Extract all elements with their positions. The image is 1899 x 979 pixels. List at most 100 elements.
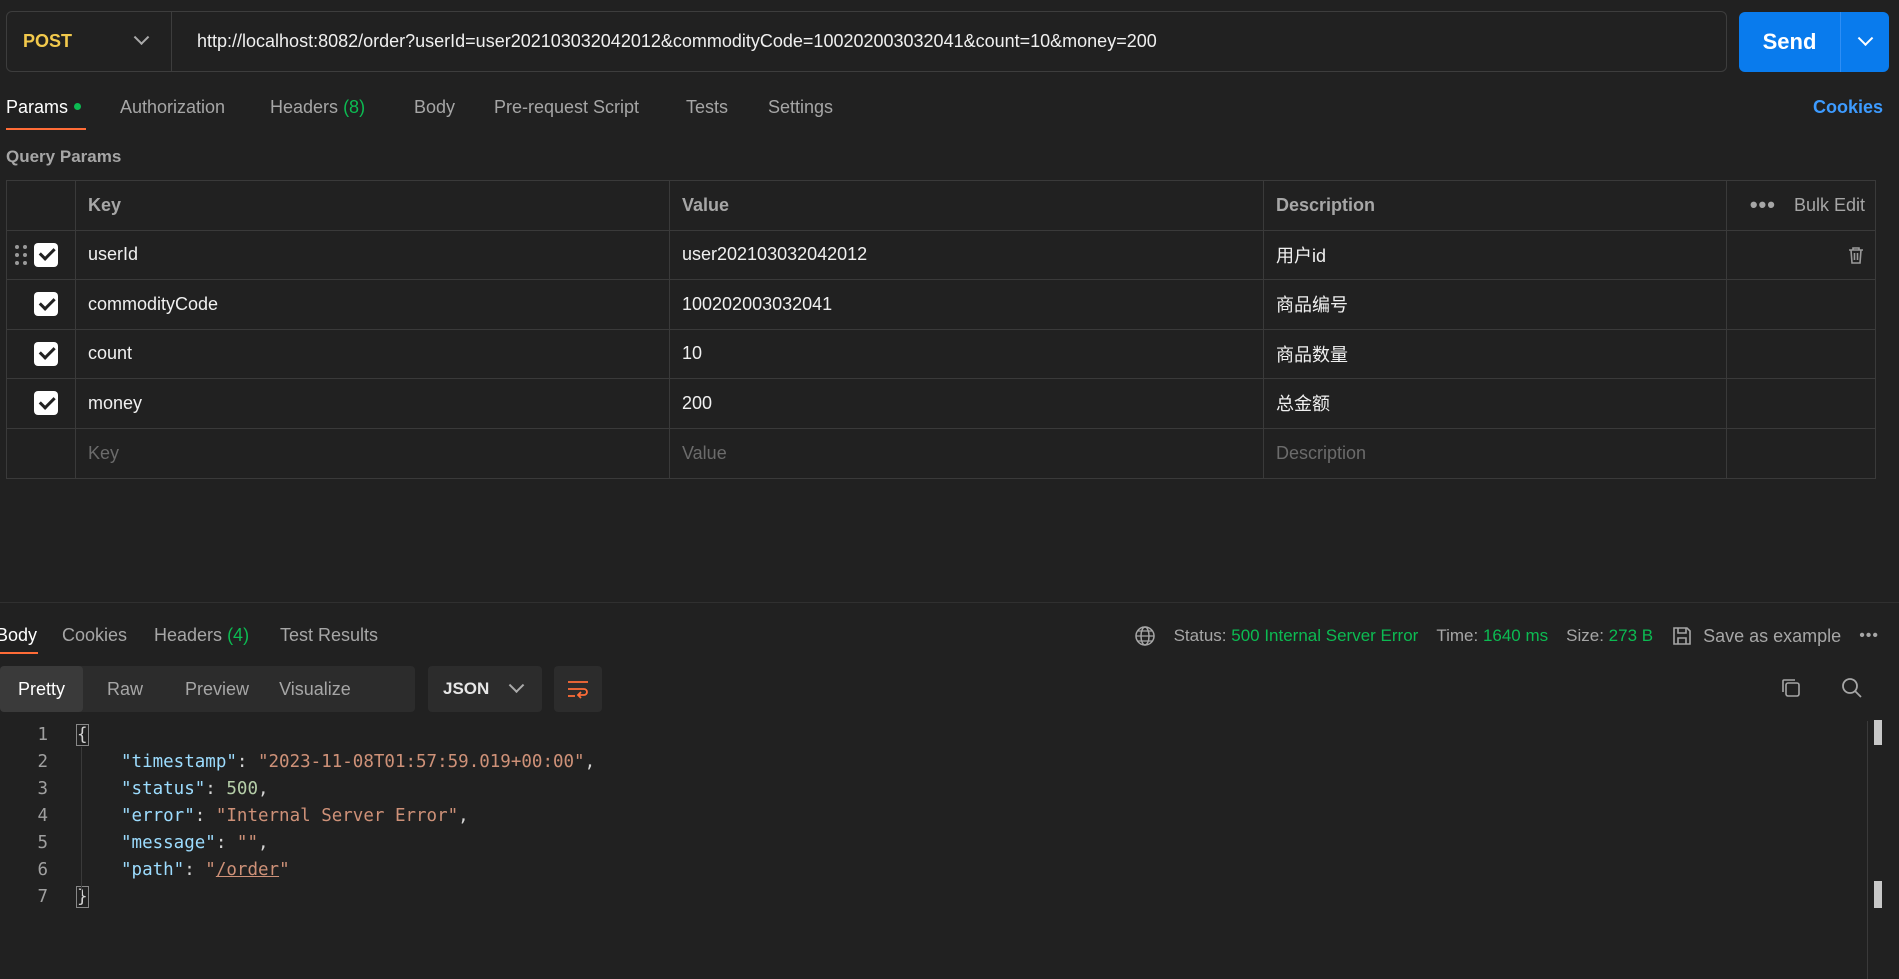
query-params-title: Query Params <box>6 147 122 166</box>
status-value: 500 Internal Server Error <box>1231 626 1419 645</box>
row-check-cell <box>7 379 76 428</box>
size-label: Size: <box>1566 626 1604 645</box>
more-options-icon[interactable]: ••• <box>1750 192 1776 218</box>
bulk-edit-button[interactable]: Bulk Edit <box>1794 195 1865 216</box>
tab-body[interactable]: Body <box>414 97 455 118</box>
json-value: "2023-11-08T01:57:59.019+00:00" <box>257 751 585 772</box>
tab-authorization[interactable]: Authorization <box>120 97 225 118</box>
tab-prerequest-script[interactable]: Pre-request Script <box>494 97 639 118</box>
trash-icon[interactable] <box>1847 245 1865 265</box>
param-value[interactable]: user202103032042012 <box>670 230 1264 279</box>
row-checkbox[interactable] <box>34 391 58 416</box>
header-check-cell <box>7 181 76 230</box>
tab-params[interactable]: Params <box>6 97 82 118</box>
size-value: 273 B <box>1608 626 1654 645</box>
param-description[interactable]: 总金额 <box>1264 379 1727 428</box>
json-value: 500 <box>226 778 258 799</box>
send-options-button[interactable] <box>1841 12 1889 72</box>
save-as-example-button[interactable]: Save as example <box>1671 625 1841 647</box>
json-path-link[interactable]: /order <box>216 860 279 880</box>
resp-tab-cookies[interactable]: Cookies <box>62 625 127 646</box>
param-key[interactable]: money <box>76 379 670 428</box>
new-key-input[interactable]: Key <box>76 428 670 478</box>
url-input[interactable] <box>172 12 1726 71</box>
status-readout[interactable]: Status: 500 Internal Server Error <box>1174 626 1419 646</box>
format-label: JSON <box>443 679 490 698</box>
row-actions <box>1727 379 1875 428</box>
request-bar: POST <box>6 11 1727 72</box>
param-description[interactable]: 用户id <box>1264 230 1727 279</box>
new-value-input[interactable]: Value <box>670 428 1264 478</box>
chevron-down-icon <box>508 676 525 693</box>
row-checkbox[interactable] <box>34 242 58 267</box>
scrollbar-marker <box>1874 881 1882 908</box>
code-text: } <box>76 885 89 908</box>
param-key[interactable]: commodityCode <box>76 280 670 329</box>
param-description[interactable]: 商品编号 <box>1264 280 1727 329</box>
tab-headers-label: Headers <box>270 97 339 117</box>
view-preview[interactable]: Preview <box>161 666 267 712</box>
code-text: "path": "/order" <box>121 859 290 880</box>
param-key[interactable]: userId <box>76 230 670 279</box>
resp-tab-headers[interactable]: Headers (4) <box>154 625 249 646</box>
more-options-icon[interactable]: ••• <box>1859 627 1879 645</box>
scrollbar[interactable] <box>1867 721 1868 979</box>
code-text: "timestamp": "2023-11-08T01:57:59.019+00… <box>121 751 596 772</box>
line-number: 7 <box>37 886 48 907</box>
code-line: 7} <box>0 883 89 910</box>
row-check-cell <box>7 280 76 329</box>
header-key: Key <box>76 181 670 230</box>
tab-settings[interactable]: Settings <box>768 97 833 118</box>
json-value: "" <box>236 832 258 853</box>
param-key[interactable]: count <box>76 329 670 378</box>
code-line: 3 "status": 500, <box>0 775 268 802</box>
line-number: 2 <box>37 751 48 772</box>
row-check-cell <box>7 428 76 478</box>
response-body-code[interactable]: 1{ 2 "timestamp": "2023-11-08T01:57:59.01… <box>0 721 1870 971</box>
param-description[interactable]: 商品数量 <box>1264 329 1727 378</box>
response-status-area: Status: 500 Internal Server Error Time: … <box>1134 625 1879 647</box>
new-description-input[interactable]: Description <box>1264 428 1727 478</box>
size-readout[interactable]: Size: 273 B <box>1566 626 1653 646</box>
code-line: 5 "message": "", <box>0 829 268 856</box>
globe-icon[interactable] <box>1134 625 1156 647</box>
response-divider[interactable] <box>0 602 1899 603</box>
json-quote: " <box>279 859 290 880</box>
copy-icon[interactable] <box>1779 676 1803 700</box>
wrap-lines-button[interactable] <box>554 666 602 712</box>
cookies-link[interactable]: Cookies <box>1813 97 1883 118</box>
code-line: 4 "error": "Internal Server Error", <box>0 802 468 829</box>
save-as-example-label: Save as example <box>1703 625 1842 646</box>
row-actions <box>1727 280 1875 329</box>
json-open-brace: { <box>76 723 89 746</box>
line-number: 3 <box>37 778 48 799</box>
time-readout[interactable]: Time: 1640 ms <box>1436 626 1548 646</box>
table-row: money 200 总金额 <box>7 379 1875 429</box>
tab-params-label: Params <box>6 97 69 117</box>
resp-tab-test-results[interactable]: Test Results <box>280 625 378 646</box>
status-label: Status: <box>1173 626 1227 645</box>
resp-tab-body[interactable]: Body <box>0 625 37 646</box>
row-check-cell <box>7 230 76 279</box>
tab-headers[interactable]: Headers (8) <box>270 97 365 118</box>
send-button[interactable]: Send <box>1739 12 1841 72</box>
view-visualize[interactable]: Visualize <box>267 666 369 712</box>
table-row: userId user202103032042012 用户id <box>7 230 1875 280</box>
param-value[interactable]: 10 <box>670 329 1264 378</box>
param-value[interactable]: 100202003032041 <box>670 280 1264 329</box>
json-key: "path" <box>121 859 185 880</box>
code-text: "status": 500, <box>121 778 269 799</box>
line-number: 5 <box>37 832 48 853</box>
row-checkbox[interactable] <box>34 341 58 366</box>
time-value: 1640 ms <box>1482 626 1549 645</box>
row-checkbox[interactable] <box>34 292 58 317</box>
search-icon[interactable] <box>1840 676 1864 700</box>
active-tab-underline <box>6 128 86 130</box>
view-raw[interactable]: Raw <box>83 666 161 712</box>
drag-handle-icon[interactable] <box>15 244 27 265</box>
tab-tests[interactable]: Tests <box>686 97 728 118</box>
format-select[interactable]: JSON <box>428 666 542 712</box>
param-value[interactable]: 200 <box>670 379 1264 428</box>
view-pretty[interactable]: Pretty <box>0 666 84 712</box>
method-select[interactable]: POST <box>7 12 172 71</box>
